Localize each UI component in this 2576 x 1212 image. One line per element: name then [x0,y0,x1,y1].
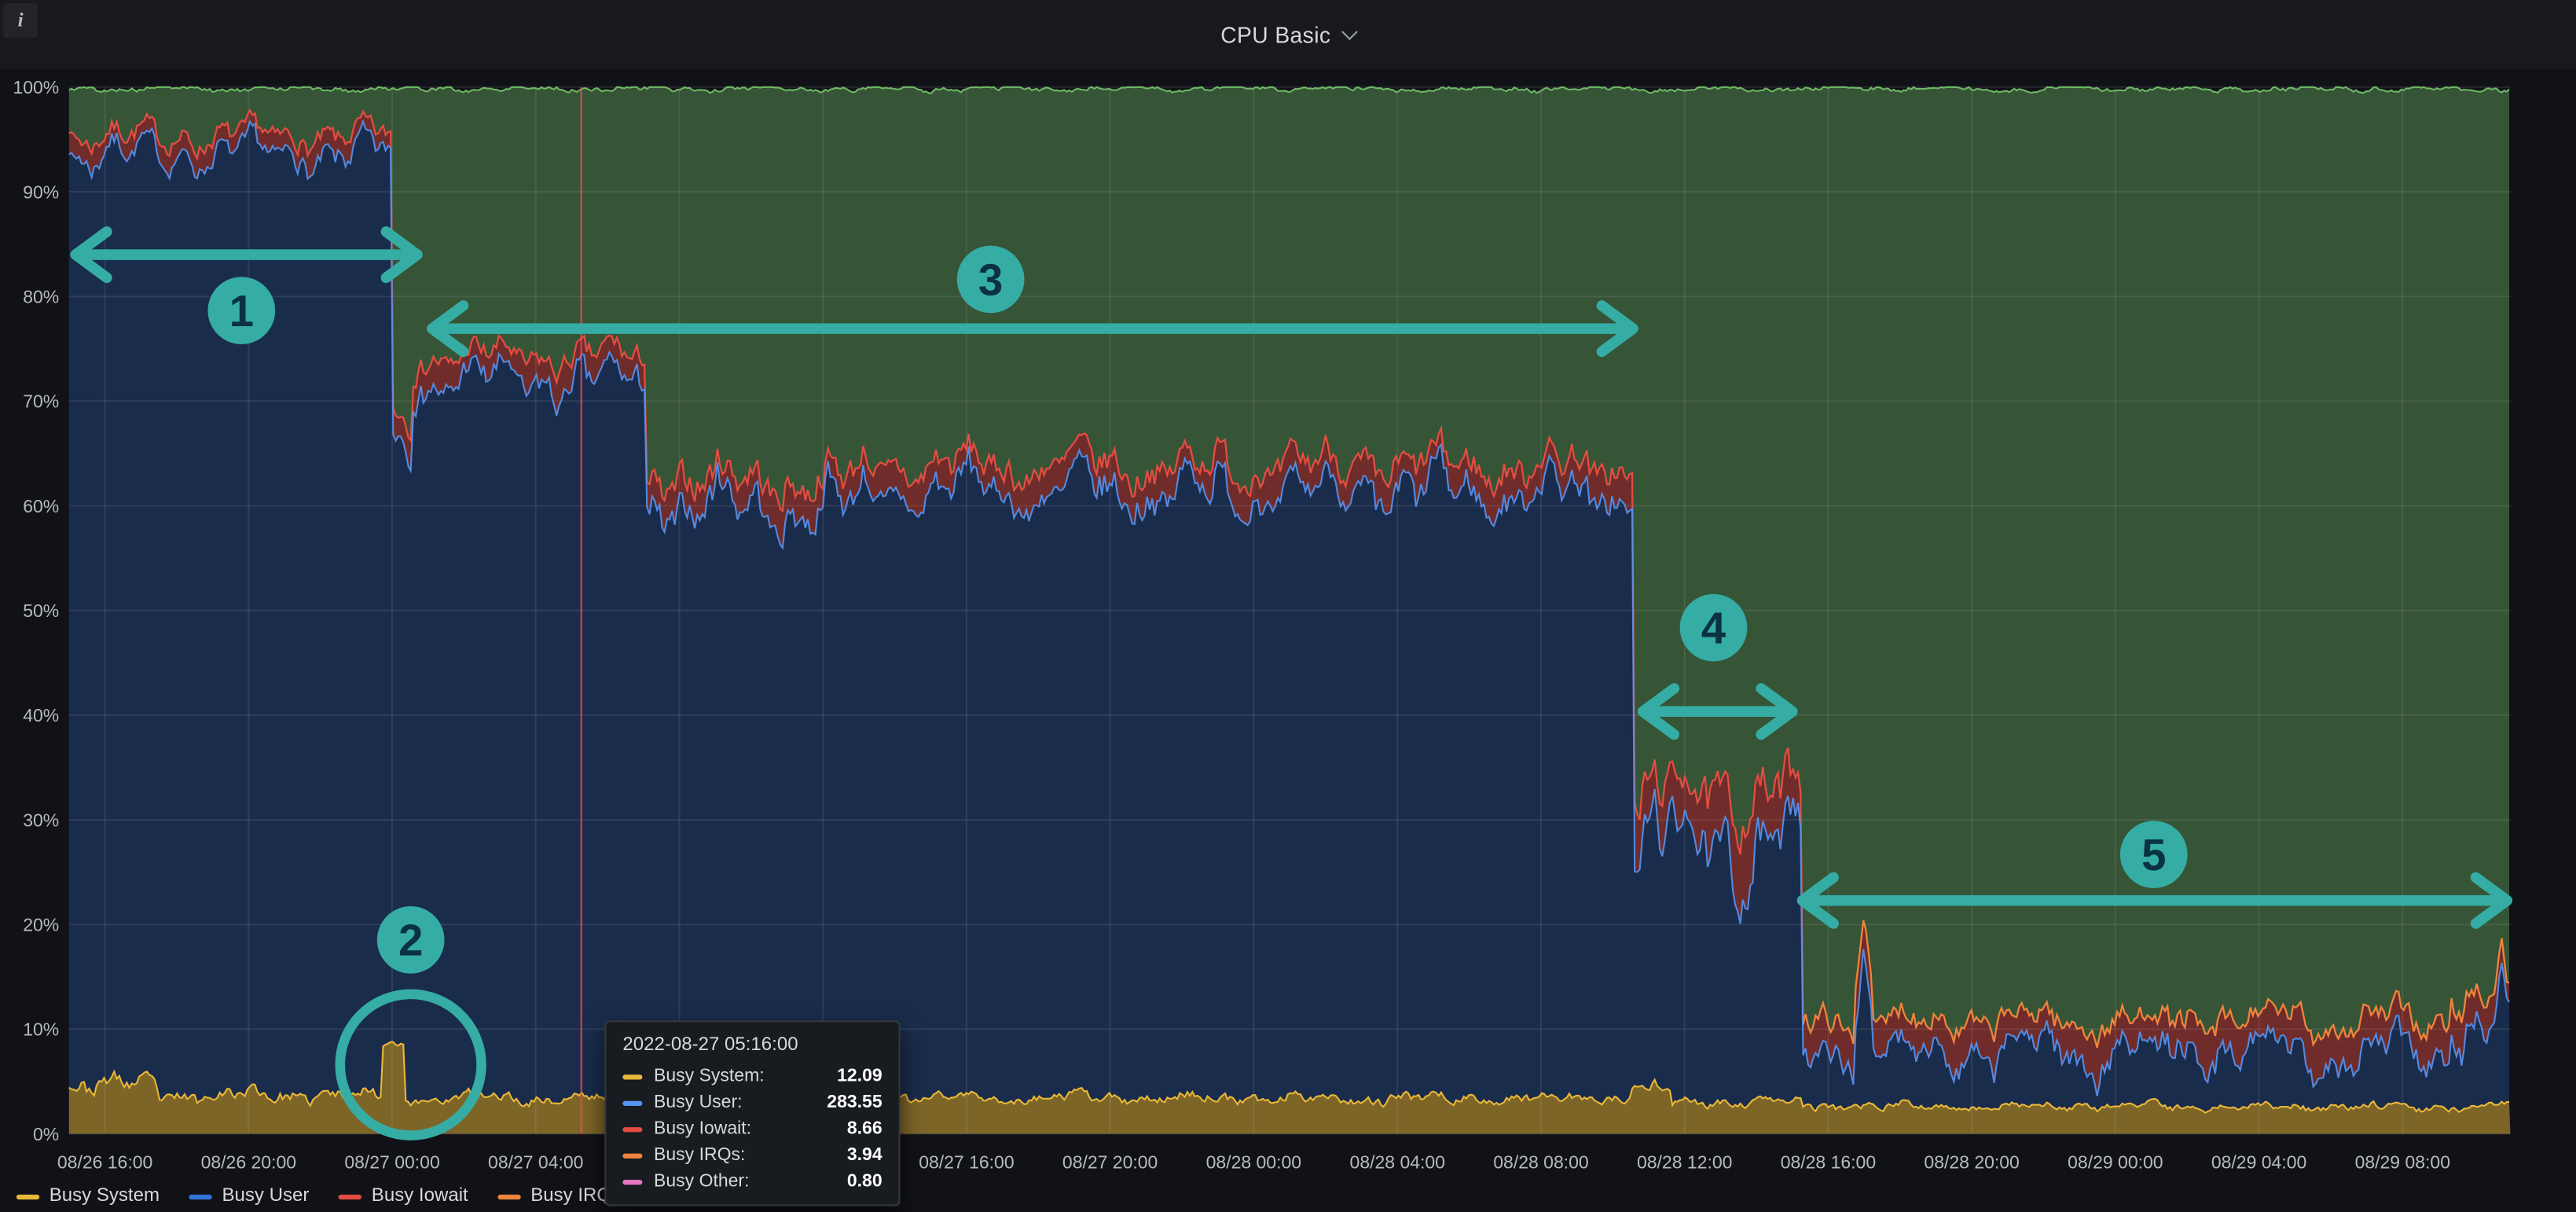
x-axis-tick-label: 08/27 20:00 [1062,1151,1158,1172]
legend-item[interactable]: Busy User [189,1186,310,1206]
x-axis-tick-label: 08/27 00:00 [344,1151,439,1172]
y-axis-tick-label: 40% [23,705,59,725]
y-axis-tick-label: 30% [23,810,59,830]
tooltip-series-swatch [622,1153,642,1158]
annotation-number: 5 [2141,830,2166,880]
annotation-number: 2 [398,916,423,965]
x-axis-tick-label: 08/27 16:00 [919,1151,1014,1172]
tooltip-series-swatch [622,1126,642,1131]
legend-item[interactable]: Busy Iowait [339,1186,468,1206]
tooltip-rows: Busy System:12.09 Busy User:283.55 Busy Io… [622,1067,882,1192]
x-axis-tick-label: 08/26 20:00 [201,1151,296,1172]
chart-tooltip: 2022-08-27 05:16:00 Busy System:12.09Bus… [604,1020,900,1206]
y-axis-tick-label: 70% [23,391,59,412]
legend-series-swatch [17,1194,39,1199]
legend-series-label: Busy Iowait [372,1186,468,1206]
tooltip-series-value: 8.66 [847,1119,883,1139]
tooltip-series-value: 12.09 [837,1067,883,1086]
legend-item[interactable]: Busy IRQs [497,1186,621,1206]
chart-legend: Busy System Busy User Busy Iowait Busy IRQs [17,1186,621,1206]
x-axis-tick-label: 08/29 00:00 [2068,1151,2163,1172]
legend-series-swatch [339,1194,361,1199]
tooltip-series-value: 3.94 [847,1145,883,1165]
legend-series-swatch [189,1194,212,1199]
tooltip-series-swatch [622,1100,642,1105]
y-axis-tick-label: 50% [23,600,59,621]
chevron-down-icon [1341,23,1358,39]
x-axis-tick-label: 08/29 08:00 [2355,1151,2450,1172]
x-axis-tick-label: 08/28 04:00 [1350,1151,1445,1172]
tooltip-series-value: 283.55 [827,1093,882,1112]
x-axis-tick-label: 08/27 04:00 [488,1151,583,1172]
legend-series-swatch [497,1194,520,1199]
annotation-number: 1 [229,286,254,336]
grafana-panel: i CPU Basic 0% 10% 20% 30% 40% 50% 60% 70% 80% 90… [0,0,2576,1212]
tooltip-series-label: Busy User: [654,1093,827,1112]
tooltip-row: Busy System:12.09 [622,1067,882,1086]
info-icon-glyph: i [18,8,24,32]
x-axis-tick-label: 08/26 16:00 [57,1151,152,1172]
tooltip-series-label: Busy Iowait: [654,1119,847,1139]
tooltip-series-swatch [622,1074,642,1078]
y-axis-tick-label: 0% [33,1124,59,1144]
x-axis-tick-label: 08/28 12:00 [1637,1151,1732,1172]
cpu-usage-chart[interactable]: 0% 10% 20% 30% 40% 50% 60% 70% 80% 90% 100% 08/26 1… [0,0,2576,1212]
panel-info-icon[interactable]: i [3,3,38,38]
legend-series-label: Busy System [50,1186,160,1206]
x-axis-tick-label: 08/28 08:00 [1493,1151,1588,1172]
y-axis-tick-label: 80% [23,287,59,307]
tooltip-series-label: Busy IRQs: [654,1145,847,1165]
panel-title-menu[interactable]: CPU Basic [1220,22,1356,46]
legend-item[interactable]: Busy System [17,1186,160,1206]
y-axis-tick-label: 90% [23,182,59,202]
tooltip-series-label: Busy System: [654,1067,837,1086]
y-axis-tick-label: 60% [23,496,59,516]
y-axis-tick-label: 100% [13,77,59,97]
y-axis-tick-label: 20% [23,915,59,935]
panel-title-text: CPU Basic [1220,22,1330,46]
x-axis-tick-label: 08/28 00:00 [1206,1151,1301,1172]
y-axis-tick-label: 10% [23,1019,59,1040]
x-axis-tick-label: 08/28 16:00 [1781,1151,1876,1172]
tooltip-series-value: 0.80 [847,1172,883,1192]
tooltip-row: Busy User:283.55 [622,1093,882,1112]
tooltip-row: Busy Other:0.80 [622,1172,882,1192]
annotation-number: 4 [1701,603,1727,652]
tooltip-series-label: Busy Other: [654,1172,847,1192]
annotation-number: 3 [978,255,1003,304]
tooltip-timestamp: 2022-08-27 05:16:00 [622,1035,882,1055]
legend-series-label: Busy User [222,1186,309,1206]
tooltip-row: Busy Iowait:8.66 [622,1119,882,1139]
tooltip-row: Busy IRQs:3.94 [622,1145,882,1165]
x-axis-tick-label: 08/28 20:00 [1924,1151,2019,1172]
panel-header: CPU Basic [0,0,2576,69]
x-axis-tick-label: 08/29 04:00 [2211,1151,2306,1172]
tooltip-series-swatch [622,1179,642,1184]
